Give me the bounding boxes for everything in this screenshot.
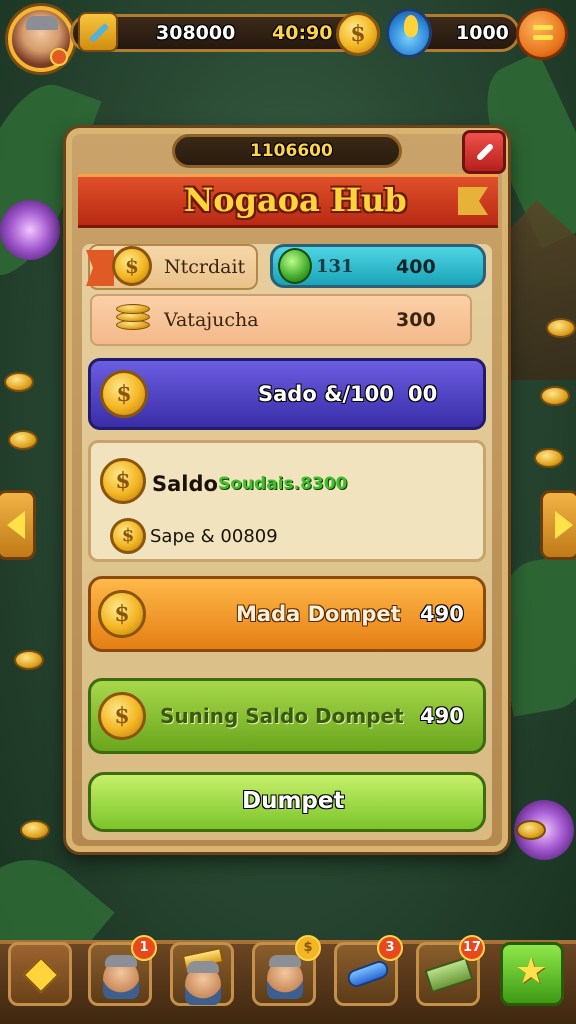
row1-value: 400 [396,256,436,278]
arrow-left-icon[interactable] [0,490,36,560]
pencil-icon[interactable] [78,12,118,52]
row7-label: Dumpet [242,788,345,814]
row4-label2: Sape & 00809 [150,526,278,547]
character-icon [267,955,303,999]
row6-label: Suning Saldo Dompet [160,704,404,728]
row5-label: Mada Dompet [236,602,401,626]
character-2-button[interactable]: $ [252,935,321,1006]
notification-badge: 3 [377,935,403,961]
cash-icon [424,956,474,994]
row3-label: Sado &/100 [258,382,394,406]
coin-icon[interactable]: $ [336,12,380,56]
coin-badge-icon: $ [295,935,321,961]
character-icon [103,955,139,999]
top-bar: 308000 40:90 $ 1000 [0,0,576,72]
row1-label: Ntcrdait [164,256,246,278]
row1-value-label: 131 [316,256,354,277]
hat-icon [26,16,58,30]
star-button[interactable] [500,942,564,1006]
gold-bar-button[interactable] [170,942,234,1006]
coin-icon: $ [100,370,148,418]
row3-value: 00 [408,382,438,406]
notification-badge: 1 [131,935,157,961]
player-avatar[interactable] [8,6,74,72]
top-readout-value: 1106600 [250,141,333,161]
coin-icon: $ [100,458,146,504]
saldo-card[interactable] [88,440,486,562]
cash-button[interactable]: 17 [416,935,485,1006]
coin-icon: $ [98,692,146,740]
close-button[interactable] [462,130,506,174]
scroll-icon [345,958,391,990]
scroll-button[interactable]: 3 [334,935,403,1006]
row2-value: 300 [396,309,436,331]
flag-icon [458,187,488,215]
coin-icon: $ [112,246,152,286]
menu-icon [533,25,553,30]
coin-icon: $ [98,590,146,638]
row2-label: Vatajucha [164,309,259,331]
menu-button[interactable] [516,8,568,60]
row5-value: 490 [420,602,464,626]
character-icon [185,961,221,1005]
gem-amount: 1000 [456,22,509,44]
drop-icon [278,248,312,284]
row4-label: Saldo [152,472,218,496]
level-badge [50,48,68,66]
arrow-right-icon[interactable] [540,490,576,560]
gold-amount: 308000 [156,22,236,44]
coin-icon: $ [110,518,146,554]
row6-value: 490 [420,704,464,728]
character-1-button[interactable]: 1 [88,935,157,1006]
notification-badge: 17 [459,935,485,961]
panel-title: Nogaoa Hub [184,181,407,219]
gem-icon[interactable] [386,8,432,58]
timer-text: 40:90 [272,22,333,44]
coin-stack-icon [116,300,152,336]
back-button[interactable] [8,942,72,1006]
row4-sub-label: Soudais.8300 [218,474,348,494]
